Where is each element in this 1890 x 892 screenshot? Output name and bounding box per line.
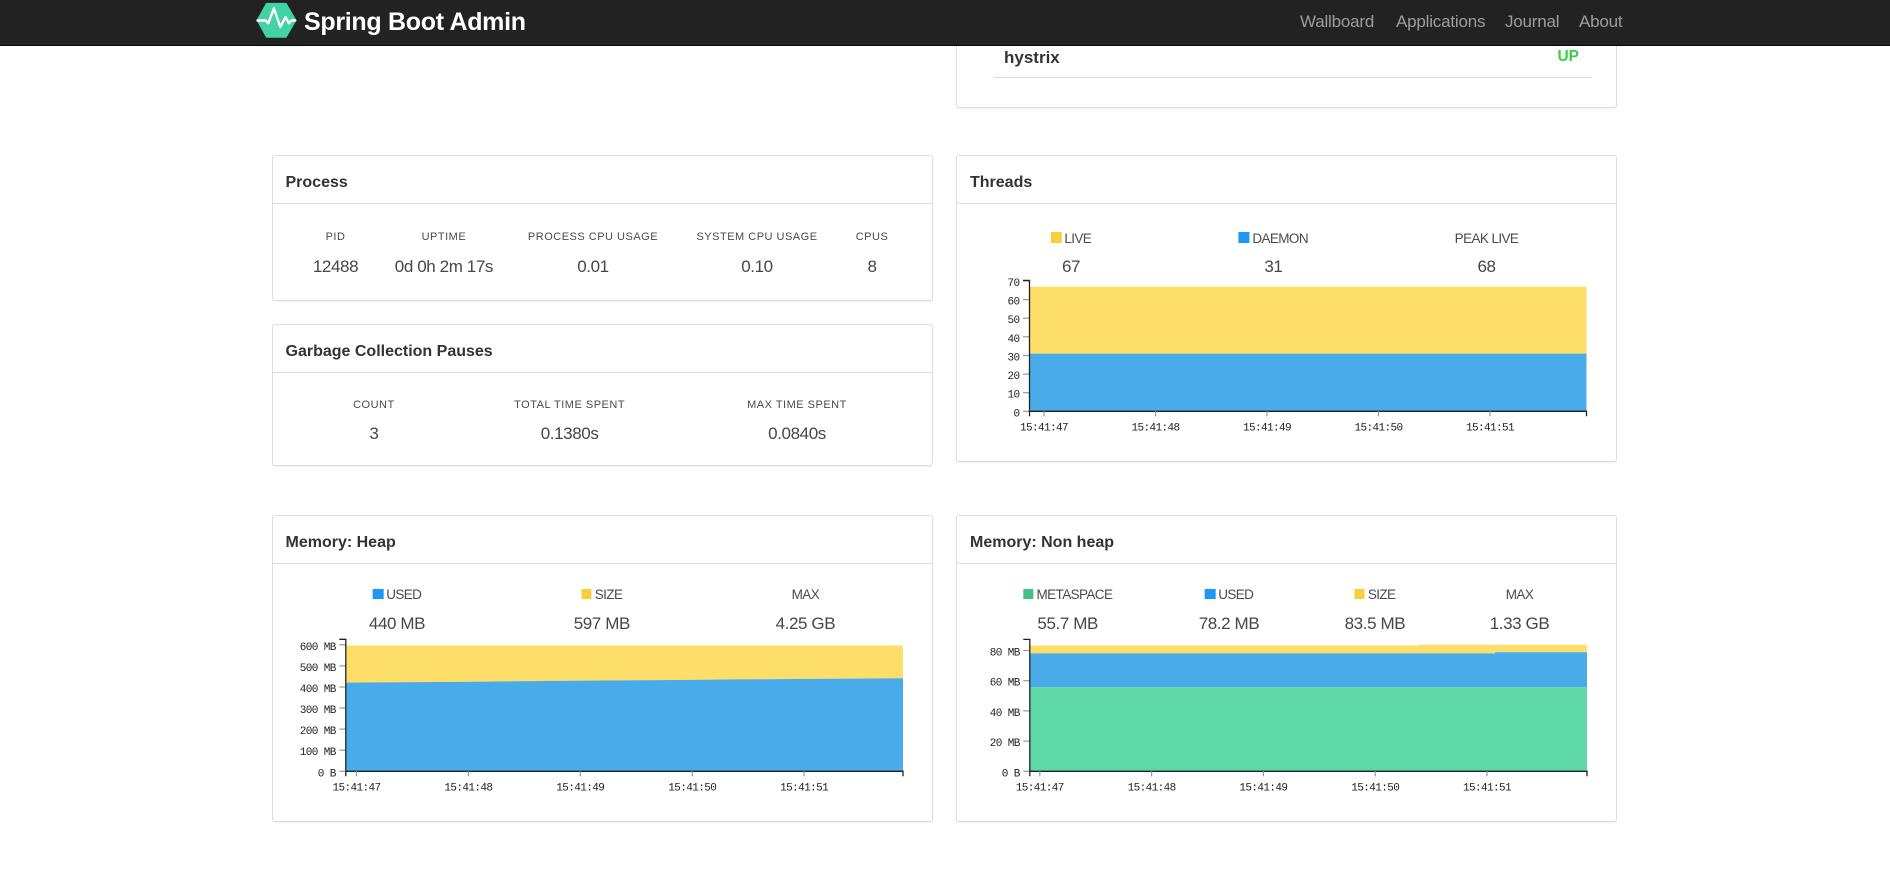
svg-text:15:41:50: 15:41:50 [668,782,716,794]
svg-text:80 MB: 80 MB [990,648,1021,660]
svg-text:30: 30 [1007,353,1019,365]
svg-text:0: 0 [1013,408,1019,420]
svg-text:20: 20 [1007,371,1019,383]
svg-text:15:41:51: 15:41:51 [1463,782,1512,794]
svg-text:15:41:48: 15:41:48 [1131,422,1179,434]
svg-text:15:41:48: 15:41:48 [444,782,492,794]
svg-text:300 MB: 300 MB [300,705,337,717]
svg-text:15:41:49: 15:41:49 [1243,422,1291,434]
svg-text:40: 40 [1007,334,1019,346]
svg-text:50: 50 [1007,315,1019,327]
svg-text:20 MB: 20 MB [990,738,1021,750]
svg-text:10: 10 [1007,390,1019,402]
svg-text:15:41:50: 15:41:50 [1351,782,1399,794]
svg-text:15:41:48: 15:41:48 [1128,782,1176,794]
svg-text:600 MB: 600 MB [300,642,337,654]
svg-text:100 MB: 100 MB [300,747,337,759]
svg-text:15:41:47: 15:41:47 [1020,422,1068,434]
svg-text:15:41:47: 15:41:47 [1016,782,1064,794]
svg-text:0 B: 0 B [318,768,337,780]
svg-text:70: 70 [1007,278,1019,290]
svg-text:15:41:49: 15:41:49 [1239,782,1287,794]
svg-text:15:41:51: 15:41:51 [780,782,829,794]
svg-text:500 MB: 500 MB [300,663,337,675]
svg-text:15:41:51: 15:41:51 [1466,422,1515,434]
svg-text:40 MB: 40 MB [990,708,1021,720]
svg-text:200 MB: 200 MB [300,726,337,738]
svg-text:15:41:47: 15:41:47 [332,782,380,794]
svg-text:15:41:50: 15:41:50 [1354,422,1402,434]
svg-text:60: 60 [1007,297,1019,309]
svg-text:400 MB: 400 MB [300,684,337,696]
svg-text:60 MB: 60 MB [990,678,1021,690]
svg-text:15:41:49: 15:41:49 [556,782,604,794]
svg-text:0 B: 0 B [1002,768,1021,780]
